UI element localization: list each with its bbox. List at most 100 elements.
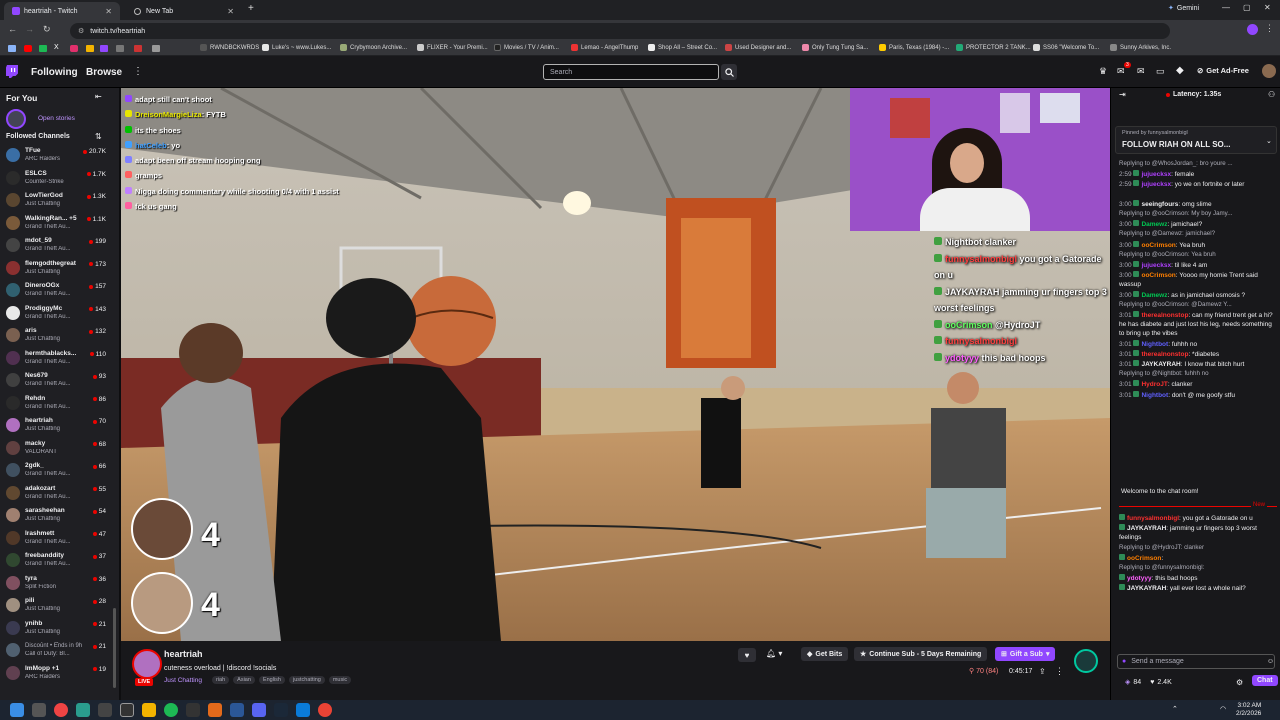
wifi-icon[interactable]: ◠ xyxy=(1220,705,1226,713)
maximize-icon[interactable]: ▢ xyxy=(1243,3,1251,12)
video-player[interactable]: adapt still can't shoot DreisonMargieLiza… xyxy=(121,88,1110,641)
tag-pill[interactable]: music xyxy=(328,676,352,684)
chat-username[interactable]: JAYKAYRAH xyxy=(1127,525,1166,532)
reply-context[interactable]: Replying to @HydroJT: clanker xyxy=(1119,544,1204,551)
close-tab-icon[interactable]: ✕ xyxy=(105,7,112,16)
chat-username[interactable]: Damewz xyxy=(1141,292,1167,299)
reply-context[interactable]: Replying to @Nightbot: fuhhh no xyxy=(1119,370,1209,377)
sidebar-channel[interactable]: adakozart Grand Theft Au... 55 xyxy=(0,483,112,505)
category-link[interactable]: Just Chatting xyxy=(164,677,202,684)
chat-message[interactable]: 3:01 Nightbot: fuhhh no xyxy=(1119,339,1275,349)
screen-icon[interactable]: ▭ xyxy=(1156,66,1165,77)
channel-points[interactable]: ◈ 84 ♥ 2.4K xyxy=(1125,678,1172,687)
menu-kebab-icon[interactable]: ⋮ xyxy=(1265,23,1274,34)
tag-pill[interactable]: Asian xyxy=(233,676,255,684)
app-icon[interactable] xyxy=(186,703,200,717)
continue-sub-button[interactable]: ★ Continue Sub - 5 Days Remaining xyxy=(854,647,988,661)
app-icon[interactable] xyxy=(98,703,112,717)
chat-message[interactable]: funnysalmonbigl: you got a Gatorade on u xyxy=(1119,514,1275,523)
back-icon[interactable]: ← xyxy=(8,24,17,34)
sidebar-channel[interactable]: aris Just Chatting 132 xyxy=(0,325,112,347)
chat-message[interactable]: 3:00 seeingfours: omg slime xyxy=(1119,199,1275,209)
task-view-icon[interactable] xyxy=(32,703,46,717)
nav-following[interactable]: Following xyxy=(31,67,78,78)
new-tab-plus-icon[interactable]: + xyxy=(248,3,254,14)
sidebar-channel[interactable]: freebanddity Grand Theft Au... 37 xyxy=(0,550,112,572)
sidebar-channel[interactable]: flemgodthegreat Just Chatting 173 xyxy=(0,258,112,280)
twitch-logo-icon[interactable] xyxy=(6,65,18,78)
close-tab-icon[interactable]: ✕ xyxy=(227,7,234,16)
chat-username[interactable]: Nightbot xyxy=(1141,392,1168,399)
inbox-icon[interactable]: ✉ xyxy=(1117,66,1125,77)
bookmark-item[interactable]: FLIXER - Your Premi... xyxy=(417,44,488,51)
follow-heart-button[interactable]: ♥ xyxy=(738,648,756,662)
gemini-button[interactable]: ✦ Gemini xyxy=(1168,4,1199,13)
emote-icon[interactable]: ☺ xyxy=(1267,658,1274,665)
bookmark-item[interactable]: Shop All – Street Co... xyxy=(648,44,717,51)
sidebar-channel[interactable]: ESLCS Counter-Strike 1.7K xyxy=(0,168,112,190)
chat-message[interactable]: 3:01 therealnonstop: *diabetes xyxy=(1119,349,1275,359)
search-input[interactable]: Search xyxy=(543,64,719,80)
whispers-icon[interactable]: ✉ xyxy=(1137,66,1145,77)
sidebar-channel[interactable]: TFue ARC Raiders 20.7K xyxy=(0,145,112,167)
chat-message[interactable]: JAYKAYRAH: yall ever lost a whole nail? xyxy=(1119,584,1275,593)
tag-pill[interactable]: English xyxy=(258,676,285,684)
sidebar-channel[interactable]: lmMopp +1 ARC Raiders 19 xyxy=(0,663,112,685)
collapse-chat-icon[interactable]: ⇥ xyxy=(1119,90,1126,99)
get-ad-free-button[interactable]: ⊘ Get Ad-Free xyxy=(1197,66,1249,75)
stories-avatar[interactable] xyxy=(6,109,26,129)
reply-context[interactable]: Replying to @Damewz: jamichael? xyxy=(1119,230,1215,237)
reply-context[interactable]: Replying to @WhosJordan_: bro youre ... xyxy=(1119,160,1233,167)
chat-username[interactable]: funnysalmonbigl xyxy=(1127,515,1179,522)
chat-username[interactable]: Damewz xyxy=(1141,221,1167,228)
hype-train-icon[interactable] xyxy=(1074,649,1098,673)
chat-message[interactable]: ydotyyy: this bad hoops xyxy=(1119,574,1275,583)
spotify-icon[interactable] xyxy=(164,703,178,717)
chat-username[interactable]: JAYKAYRAH xyxy=(1127,585,1166,592)
sidebar-channel[interactable]: lrashmett Grand Theft Au... 47 xyxy=(0,528,112,550)
url-bar[interactable]: ⚙ twitch.tv/heartriah xyxy=(70,23,1170,39)
collapse-sidebar-icon[interactable]: ⇤ xyxy=(95,92,102,101)
minimize-icon[interactable]: — xyxy=(1222,3,1230,12)
bookmark-item[interactable]: Crybymoon Archive... xyxy=(340,44,407,51)
kick-icon[interactable] xyxy=(39,45,47,52)
chat-message[interactable]: 2:59 jujuecksx: female xyxy=(1119,170,1275,179)
bookmark-item[interactable]: Movies / TV / Anim... xyxy=(494,44,559,51)
clock[interactable]: 3:02 AM 2/2/2026 xyxy=(1236,702,1261,718)
bookmark-item[interactable]: RWNDBCKWRDS xyxy=(200,44,259,51)
bookmark-item[interactable]: Sunny Arkives, Inc. xyxy=(1110,44,1171,51)
nav-browse[interactable]: Browse xyxy=(86,67,122,78)
sidebar-channel[interactable]: LowTierGod Just Chatting 1.3K xyxy=(0,190,112,212)
twitch-bm-icon[interactable] xyxy=(100,45,108,52)
bookmark-icon[interactable] xyxy=(134,45,142,52)
pinned-message[interactable]: Pinned by funnysalmonbigl FOLLOW RIAH ON… xyxy=(1115,126,1277,154)
chat-message[interactable]: 3:00 Damewz: jamichael? xyxy=(1119,220,1275,229)
steam-icon[interactable] xyxy=(274,703,288,717)
chat-message[interactable]: JAYKAYRAH: jamming ur fingers top 3 wors… xyxy=(1119,524,1275,542)
chevron-down-icon[interactable]: ⌄ xyxy=(1266,137,1272,145)
reply-context[interactable]: Replying to @ooCrimson: My boy Jamy... xyxy=(1119,210,1232,217)
channel-name[interactable]: heartriah xyxy=(164,649,203,659)
tag-pill[interactable]: justchatting xyxy=(288,676,325,684)
chat-message[interactable]: 3:01 therealnonstop: can my friend trent… xyxy=(1119,311,1275,338)
chat-username[interactable]: therealnonstop xyxy=(1141,312,1188,319)
get-bits-button[interactable]: ◆ Get Bits xyxy=(801,647,849,661)
sidebar-channel[interactable]: heartriah Just Chatting 70 xyxy=(0,415,112,437)
tray-chevron-icon[interactable]: ⌃ xyxy=(1172,705,1178,713)
chat-message[interactable]: 2:59 jujuecksx: yo we on fortnite or lat… xyxy=(1119,180,1275,189)
sidebar-channel[interactable]: mdot_59 Grand Theft Au... 199 xyxy=(0,235,112,257)
more-kebab-icon[interactable]: ⋮ xyxy=(133,66,143,77)
sidebar-channel[interactable]: Nes679 Grand Theft Au... 93 xyxy=(0,370,112,392)
chat-message[interactable]: 3:01 JAYKAYRAH: I know that bitch hurt xyxy=(1119,360,1275,369)
chat-username[interactable]: ooCrimson xyxy=(1141,272,1175,279)
notification-bell-icon[interactable]: 🔔︎ ▾ xyxy=(766,649,782,658)
bookmark-item[interactable]: Luke's ~ www.Lukes... xyxy=(262,44,331,51)
channel-avatar[interactable] xyxy=(132,649,162,679)
chat-username[interactable]: jujuecksx xyxy=(1141,171,1171,178)
chat-message[interactable]: 3:00 Damewz: as in jamichael osmosis ? xyxy=(1119,290,1275,300)
sort-icon[interactable]: ⇅ xyxy=(95,132,102,141)
chat-message[interactable]: 3:00 ooCrimson: Yoooo my homie Trent sai… xyxy=(1119,271,1275,289)
discord-icon[interactable] xyxy=(252,703,266,717)
bookmark-item[interactable]: SS06 "Welcome To... xyxy=(1033,44,1099,51)
youtube-icon[interactable] xyxy=(24,45,32,52)
